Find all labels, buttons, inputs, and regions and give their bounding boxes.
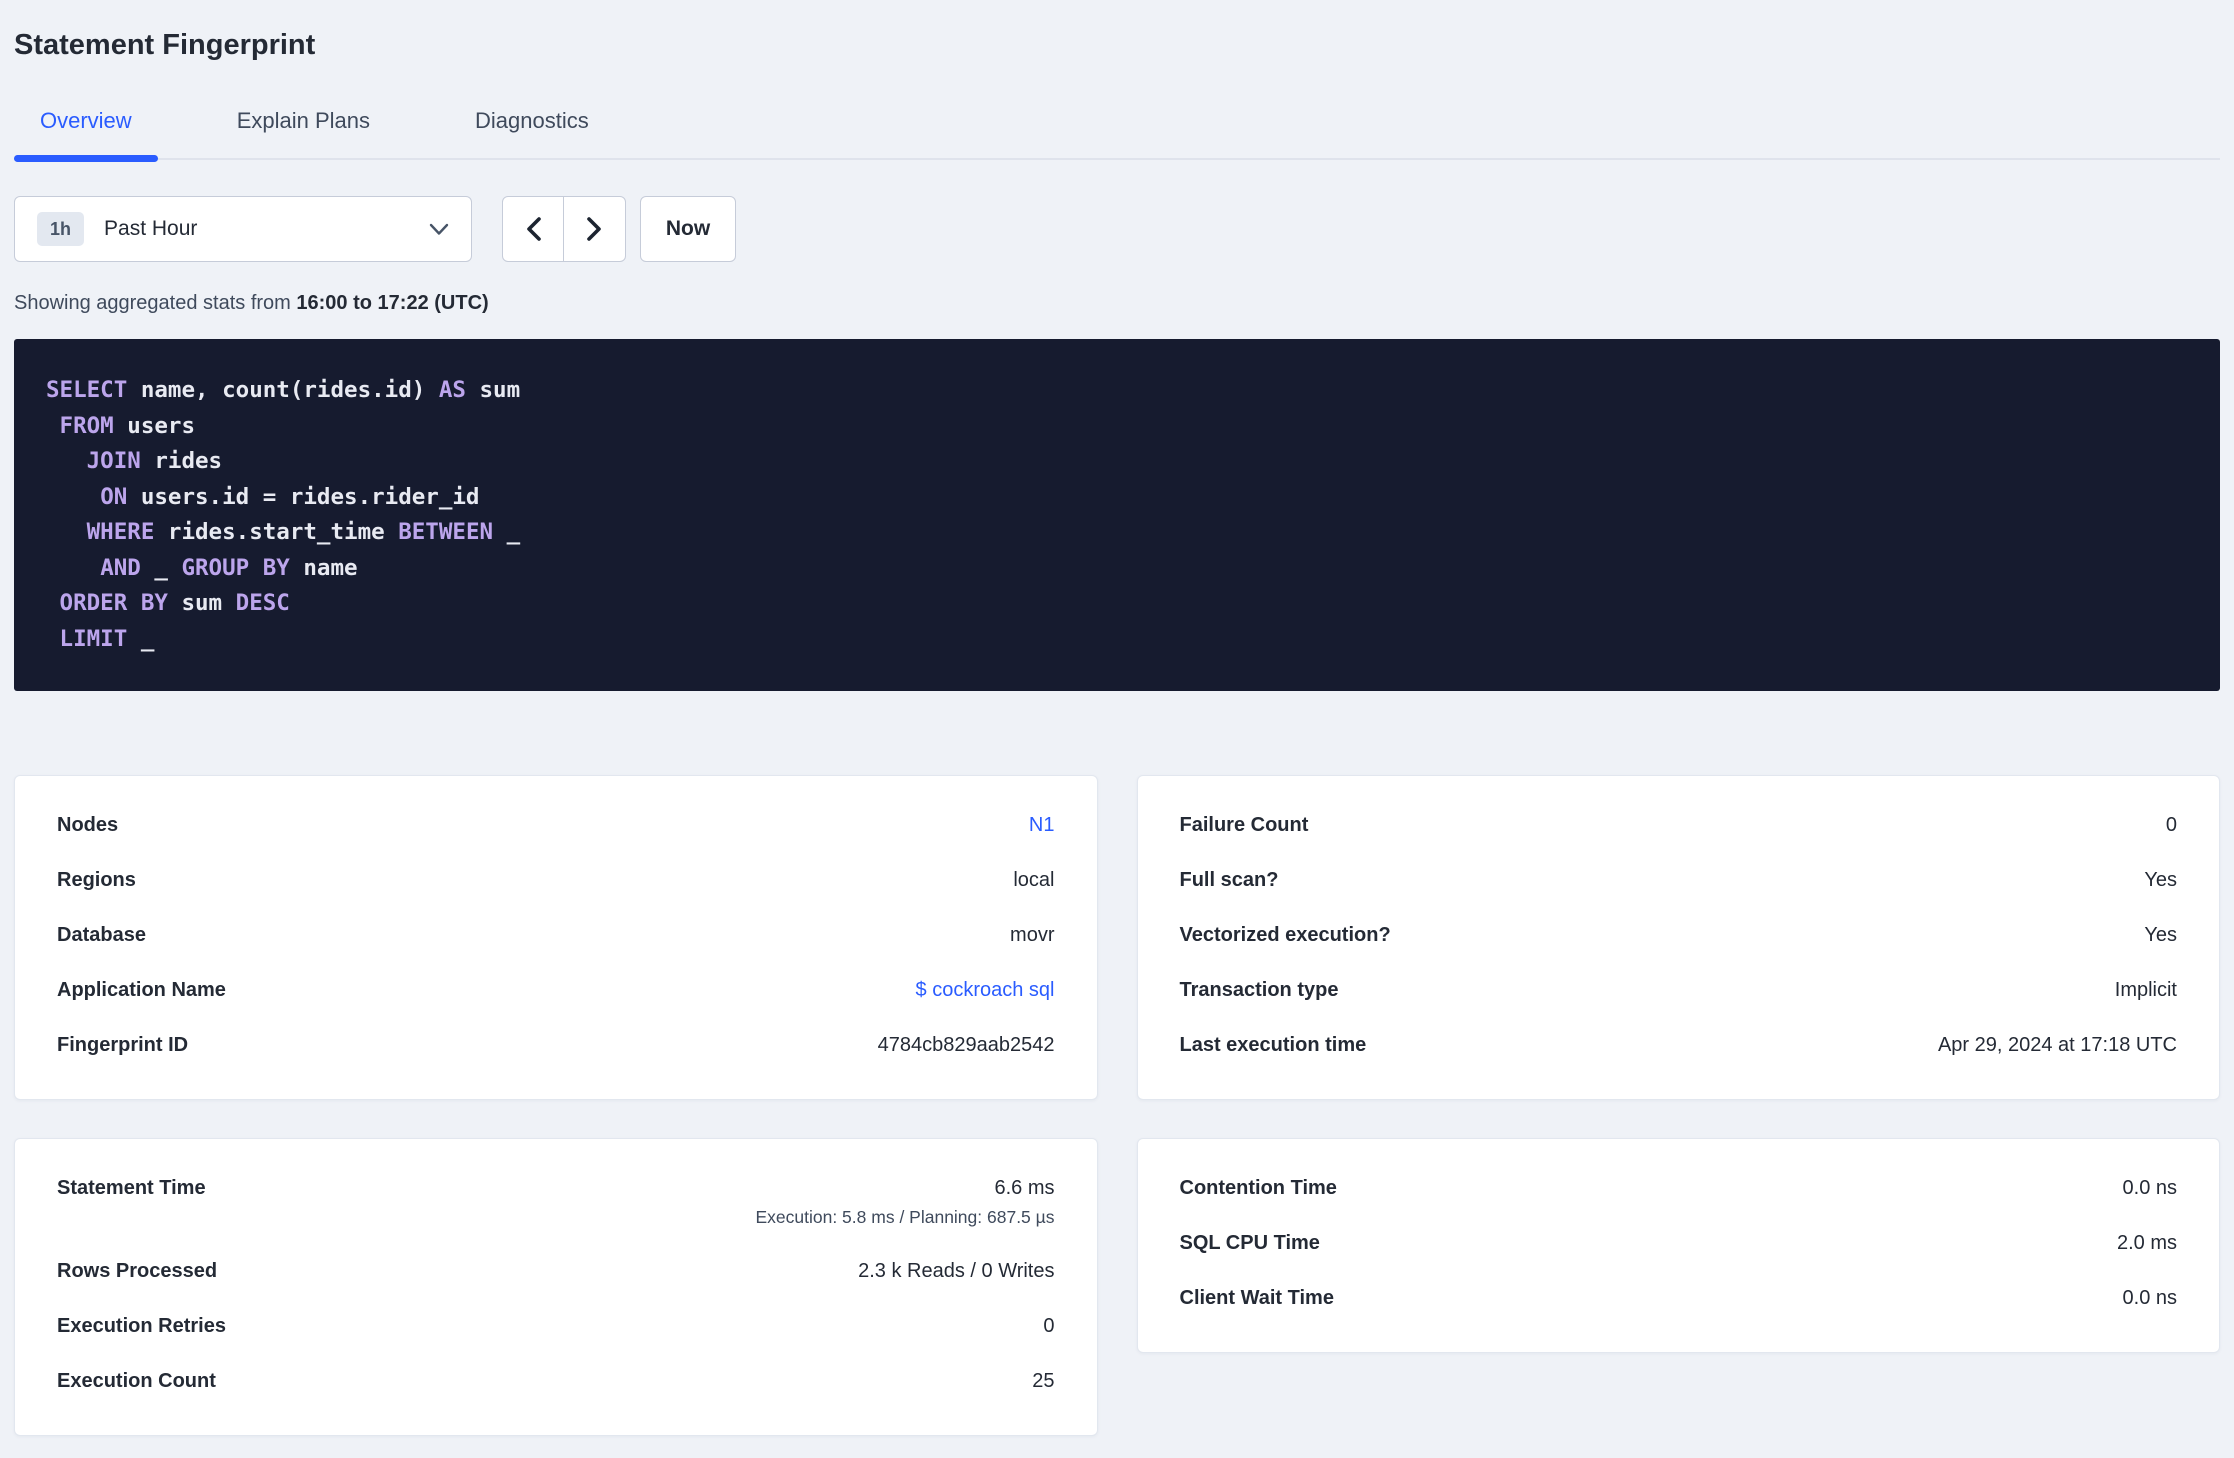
previous-interval-button[interactable] (503, 197, 564, 261)
stat-row: Contention Time 0.0 ns (1180, 1161, 2178, 1216)
caption-time-range: 16:00 to 17:22 (UTC) (296, 292, 489, 314)
tab-bar: Overview Explain Plans Diagnostics (14, 108, 2220, 162)
fingerprint-id-value: 4784cb829aab2542 (877, 1034, 1055, 1056)
stat-value: 2.0 ms (2116, 1232, 2177, 1254)
statement-fingerprint-page: Statement Fingerprint Overview Explain P… (0, 0, 2234, 1436)
stat-value: movr (1010, 924, 1055, 946)
stat-label: Failure Count (1179, 814, 1309, 836)
stat-label: Vectorized execution? (1179, 924, 1391, 946)
stat-value: Implicit (2114, 979, 2177, 1001)
sql-statement-text: SELECT name, count(rides.id) AS sum FROM… (46, 377, 521, 652)
statement-time-breakdown: Execution: 5.8 ms / Planning: 687.5 µs (755, 1207, 1055, 1227)
statement-details-card: Nodes N1 Regions local Database movr App… (14, 775, 1098, 1100)
stat-row: Regions local (57, 853, 1055, 908)
stat-row: Failure Count 0 (1180, 798, 2178, 853)
application-name-link[interactable]: $ cockroach sql (916, 979, 1055, 1002)
stat-label: Application Name (57, 979, 226, 1001)
sql-statement-box: SELECT name, count(rides.id) AS sum FROM… (14, 339, 2220, 691)
stat-label: Last execution time (1179, 1034, 1367, 1056)
stat-row: Client Wait Time 0.0 ns (1180, 1271, 2178, 1326)
now-button[interactable]: Now (640, 196, 736, 262)
nodes-link[interactable]: N1 (1029, 814, 1055, 837)
stat-value: Yes (2144, 924, 2177, 946)
tab-explain-plans[interactable]: Explain Plans (211, 108, 396, 158)
time-range-badge: 1h (37, 212, 85, 246)
stat-value: 2.3 k Reads / 0 Writes (858, 1260, 1055, 1282)
next-interval-button[interactable] (564, 197, 625, 261)
tab-overview[interactable]: Overview (14, 108, 158, 162)
stat-label: Full scan? (1179, 869, 1279, 891)
stat-label: Transaction type (1179, 979, 1339, 1001)
time-range-label: Past Hour (104, 217, 198, 240)
stat-label: Client Wait Time (1179, 1287, 1334, 1309)
stat-row: Nodes N1 (57, 798, 1055, 853)
stat-label: Rows Processed (57, 1260, 218, 1282)
stat-value: 0.0 ns (2122, 1177, 2177, 1199)
stat-row: Execution Count 25 (57, 1354, 1055, 1409)
stat-value: 0.0 ns (2122, 1287, 2177, 1309)
time-controls: 1h Past Hour Now (14, 196, 2220, 262)
stat-value: Yes (2144, 869, 2177, 891)
stat-row: SQL CPU Time 2.0 ms (1180, 1216, 2178, 1271)
stat-row: Transaction type Implicit (1180, 963, 2178, 1018)
stat-label: SQL CPU Time (1179, 1232, 1320, 1254)
stat-row: Last execution time Apr 29, 2024 at 17:1… (1180, 1018, 2178, 1073)
interval-arrow-group (502, 196, 626, 262)
last-execution-time-value: Apr 29, 2024 at 17:18 UTC (1937, 1034, 2177, 1056)
stat-row: Database movr (57, 908, 1055, 963)
aggregated-stats-caption: Showing aggregated stats from 16:00 to 1… (14, 292, 2220, 315)
chevron-down-icon (429, 223, 449, 236)
statement-timing-card: Statement Time 6.6 ms Execution: 5.8 ms … (14, 1138, 1098, 1436)
stat-row: Rows Processed 2.3 k Reads / 0 Writes (57, 1244, 1055, 1299)
stat-label: Fingerprint ID (57, 1034, 189, 1056)
stat-value: local (1013, 869, 1055, 891)
stat-row: Application Name $ cockroach sql (57, 963, 1055, 1018)
caption-prefix: Showing aggregated stats from (14, 292, 297, 314)
stat-label: Nodes (57, 814, 119, 836)
page-title: Statement Fingerprint (14, 29, 316, 61)
stat-label: Execution Count (57, 1370, 216, 1392)
chevron-left-icon (525, 216, 542, 242)
statement-time-value: 6.6 ms (994, 1177, 1055, 1199)
stat-row: Execution Retries 0 (57, 1299, 1055, 1354)
stat-row: Vectorized execution? Yes (1180, 908, 2178, 963)
wait-times-card: Contention Time 0.0 ns SQL CPU Time 2.0 … (1136, 1138, 2220, 1353)
chevron-right-icon (586, 216, 603, 242)
stat-label: Regions (57, 869, 136, 891)
stat-value: 0 (1043, 1315, 1055, 1337)
stat-value: 0 (2165, 814, 2177, 836)
stat-label: Database (57, 924, 146, 946)
stat-row: Statement Time 6.6 ms Execution: 5.8 ms … (57, 1161, 1055, 1244)
stat-row: Full scan? Yes (1180, 853, 2178, 908)
execution-attributes-card: Failure Count 0 Full scan? Yes Vectorize… (1136, 775, 2220, 1100)
time-interval-dropdown[interactable]: 1h Past Hour (14, 196, 472, 262)
stat-value: 25 (1032, 1370, 1055, 1392)
stat-label: Contention Time (1179, 1177, 1337, 1199)
tab-diagnostics[interactable]: Diagnostics (449, 108, 615, 158)
summary-cards: Nodes N1 Regions local Database movr App… (14, 775, 2220, 1436)
stat-label: Statement Time (57, 1177, 206, 1199)
stat-label: Execution Retries (57, 1315, 226, 1337)
stat-row: Fingerprint ID 4784cb829aab2542 (57, 1018, 1055, 1073)
